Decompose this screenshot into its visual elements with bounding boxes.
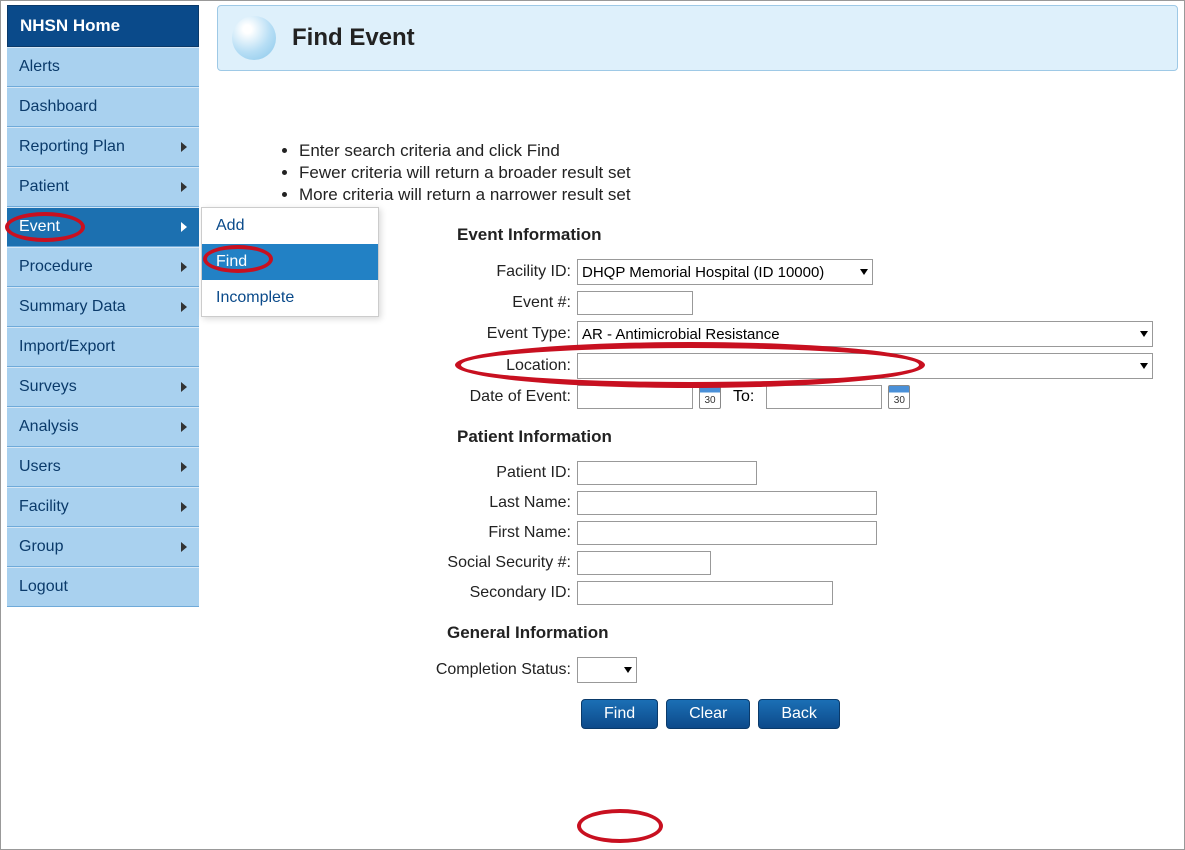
date-of-event-label: Date of Event: bbox=[217, 388, 577, 406]
sidebar-item-label: Surveys bbox=[19, 378, 77, 396]
sidebar-item-label: Import/Export bbox=[19, 338, 115, 356]
date-to-label: To: bbox=[733, 388, 754, 406]
chevron-right-icon bbox=[181, 302, 187, 312]
event-type-value: AR - Antimicrobial Resistance bbox=[582, 326, 780, 343]
page-header: Find Event bbox=[217, 5, 1178, 71]
sidebar-item-dashboard[interactable]: Dashboard bbox=[7, 87, 199, 127]
sidebar-item-reporting-plan[interactable]: Reporting Plan bbox=[7, 127, 199, 167]
location-select[interactable] bbox=[577, 353, 1153, 379]
event-submenu: AddFindIncomplete bbox=[201, 207, 379, 317]
sidebar-item-facility[interactable]: Facility bbox=[7, 487, 199, 527]
sidebar-item-label: Reporting Plan bbox=[19, 138, 125, 156]
location-label: Location: bbox=[217, 357, 577, 375]
chevron-down-icon bbox=[860, 269, 868, 275]
event-type-label: Event Type: bbox=[217, 325, 577, 343]
main-content: Find Event Enter search criteria and cli… bbox=[205, 1, 1184, 849]
first-name-input[interactable] bbox=[577, 521, 877, 545]
calendar-icon[interactable]: 30 bbox=[888, 385, 910, 409]
sidebar-item-label: Event bbox=[19, 218, 60, 236]
clear-button[interactable]: Clear bbox=[666, 699, 750, 729]
chevron-right-icon bbox=[181, 422, 187, 432]
last-name-label: Last Name: bbox=[217, 494, 577, 512]
facility-id-value: DHQP Memorial Hospital (ID 10000) bbox=[582, 264, 824, 281]
secondary-id-input[interactable] bbox=[577, 581, 833, 605]
instruction-item: Enter search criteria and click Find bbox=[299, 141, 1178, 161]
sidebar-item-surveys[interactable]: Surveys bbox=[7, 367, 199, 407]
submenu-item-incomplete[interactable]: Incomplete bbox=[202, 280, 378, 316]
sidebar-item-import-export[interactable]: Import/Export bbox=[7, 327, 199, 367]
find-button[interactable]: Find bbox=[581, 699, 658, 729]
facility-id-select[interactable]: DHQP Memorial Hospital (ID 10000) bbox=[577, 259, 873, 285]
sidebar-item-label: Dashboard bbox=[19, 98, 97, 116]
event-type-select[interactable]: AR - Antimicrobial Resistance bbox=[577, 321, 1153, 347]
completion-status-select[interactable] bbox=[577, 657, 637, 683]
sidebar-item-label: Facility bbox=[19, 498, 69, 516]
submenu-item-find[interactable]: Find bbox=[202, 244, 378, 280]
chevron-right-icon bbox=[181, 222, 187, 232]
find-event-icon bbox=[232, 16, 276, 60]
section-event-info: Event Information bbox=[457, 225, 1178, 245]
instruction-item: Fewer criteria will return a broader res… bbox=[299, 163, 1178, 183]
first-name-label: First Name: bbox=[217, 524, 577, 542]
chevron-right-icon bbox=[181, 182, 187, 192]
sidebar-item-procedure[interactable]: Procedure bbox=[7, 247, 199, 287]
chevron-down-icon bbox=[1140, 363, 1148, 369]
chevron-down-icon bbox=[624, 667, 632, 673]
sidebar-item-event[interactable]: Event bbox=[7, 207, 199, 247]
chevron-down-icon bbox=[1140, 331, 1148, 337]
ssn-label: Social Security #: bbox=[217, 554, 577, 572]
last-name-input[interactable] bbox=[577, 491, 877, 515]
instructions-list: Enter search criteria and click FindFewe… bbox=[271, 141, 1178, 205]
sidebar-item-group[interactable]: Group bbox=[7, 527, 199, 567]
chevron-right-icon bbox=[181, 542, 187, 552]
patient-id-input[interactable] bbox=[577, 461, 757, 485]
sidebar-home[interactable]: NHSN Home bbox=[7, 5, 199, 47]
event-number-input[interactable] bbox=[577, 291, 693, 315]
sidebar-item-label: Analysis bbox=[19, 418, 79, 436]
chevron-right-icon bbox=[181, 262, 187, 272]
sidebar-item-analysis[interactable]: Analysis bbox=[7, 407, 199, 447]
sidebar-item-label: Procedure bbox=[19, 258, 93, 276]
sidebar-item-users[interactable]: Users bbox=[7, 447, 199, 487]
sidebar-item-label: Patient bbox=[19, 178, 69, 196]
date-from-input[interactable] bbox=[577, 385, 693, 409]
section-patient-info: Patient Information bbox=[457, 427, 1178, 447]
sidebar-item-patient[interactable]: Patient bbox=[7, 167, 199, 207]
patient-id-label: Patient ID: bbox=[217, 464, 577, 482]
chevron-right-icon bbox=[181, 142, 187, 152]
sidebar-item-summary-data[interactable]: Summary Data bbox=[7, 287, 199, 327]
chevron-right-icon bbox=[181, 382, 187, 392]
secondary-id-label: Secondary ID: bbox=[217, 584, 577, 602]
submenu-item-add[interactable]: Add bbox=[202, 208, 378, 244]
section-general-info: General Information bbox=[447, 623, 1178, 643]
completion-status-label: Completion Status: bbox=[217, 661, 577, 679]
sidebar-item-alerts[interactable]: Alerts bbox=[7, 47, 199, 87]
sidebar-item-label: Alerts bbox=[19, 58, 60, 76]
back-button[interactable]: Back bbox=[758, 699, 840, 729]
instruction-item: More criteria will return a narrower res… bbox=[299, 185, 1178, 205]
calendar-icon[interactable]: 30 bbox=[699, 385, 721, 409]
sidebar: NHSN Home Alerts Dashboard Reporting Plan P… bbox=[1, 1, 205, 849]
page-title: Find Event bbox=[292, 24, 415, 52]
sidebar-item-label: Logout bbox=[19, 578, 68, 596]
sidebar-item-label: Group bbox=[19, 538, 63, 556]
sidebar-item-label: Summary Data bbox=[19, 298, 126, 316]
date-to-input[interactable] bbox=[766, 385, 882, 409]
chevron-right-icon bbox=[181, 502, 187, 512]
chevron-right-icon bbox=[181, 462, 187, 472]
sidebar-item-logout[interactable]: Logout bbox=[7, 567, 199, 607]
ssn-input[interactable] bbox=[577, 551, 711, 575]
sidebar-item-label: Users bbox=[19, 458, 61, 476]
